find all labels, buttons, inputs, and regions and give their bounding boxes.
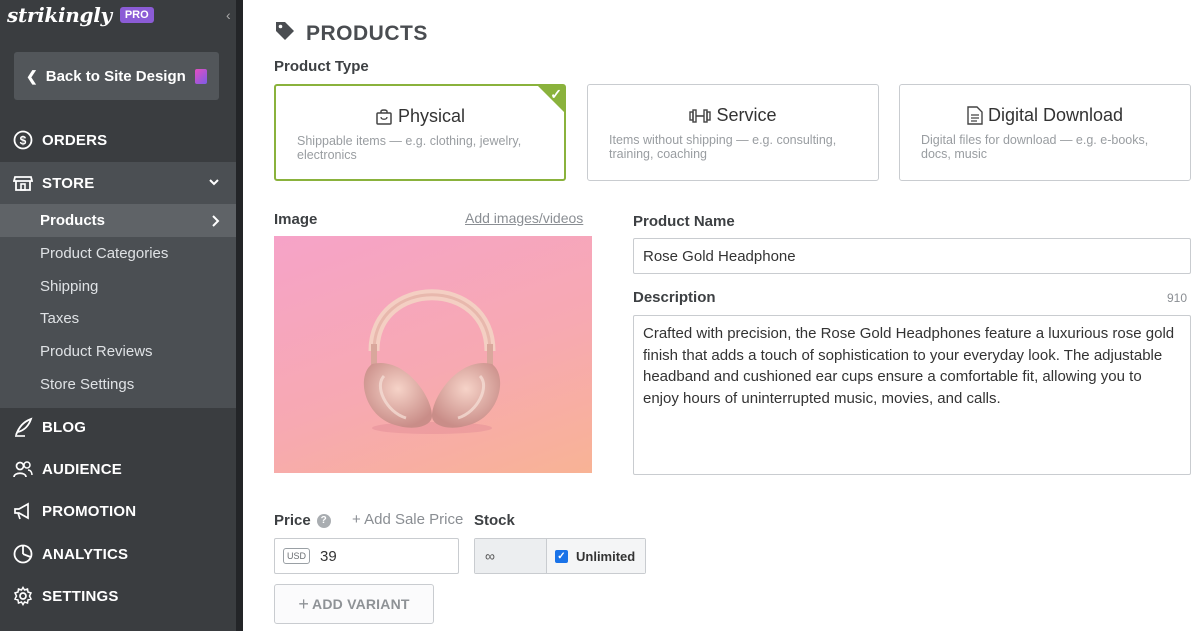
currency-badge: USD (283, 548, 311, 564)
price-input[interactable]: USD 39 (274, 538, 459, 574)
sidebar-item-blog[interactable]: BLOG (0, 406, 236, 448)
product-name-label: Product Name (633, 213, 735, 230)
sidebar-item-label: AUDIENCE (42, 460, 122, 478)
price-label-text: Price (274, 512, 311, 529)
stock-input[interactable]: ∞ (475, 539, 547, 573)
gear-icon (13, 586, 33, 606)
chevron-down-icon (208, 175, 220, 192)
product-type-title: Physical (276, 106, 564, 127)
product-type-label: Product Type (274, 58, 369, 75)
pie-chart-icon (13, 544, 33, 564)
sidebar-item-promotion[interactable]: PROMOTION (0, 490, 236, 532)
store-submenu: Products Product Categories Shipping Tax… (0, 204, 236, 408)
unlimited-label: Unlimited (576, 548, 636, 564)
description-char-count: 910 (1167, 291, 1188, 305)
document-icon (967, 106, 983, 125)
plus-icon: + (298, 593, 310, 614)
unlimited-checkbox[interactable]: ✓ (555, 549, 568, 563)
sidebar: strikingly PRO ‹ ❮ Back to Site Design $… (0, 0, 243, 631)
product-type-desc: Items without shipping — e.g. consulting… (609, 133, 837, 161)
storefront-icon (13, 173, 33, 193)
sidebar-item-analytics[interactable]: ANALYTICS (0, 533, 236, 575)
unlimited-checkbox-wrapper[interactable]: ✓ Unlimited (547, 539, 645, 573)
sidebar-item-store[interactable]: STORE (0, 162, 236, 204)
pro-badge: PRO (119, 7, 154, 23)
collapse-sidebar-icon[interactable]: ‹ (226, 8, 236, 22)
description-textarea[interactable]: Crafted with precision, the Rose Gold He… (633, 315, 1191, 475)
image-label: Image (274, 211, 318, 228)
product-image[interactable] (274, 236, 592, 473)
sidebar-item-label: STORE (42, 174, 95, 192)
submenu-item-product-categories[interactable]: Product Categories (0, 237, 236, 270)
dollar-circle-icon: $ (13, 130, 33, 150)
product-type-title-text: Digital Download (987, 105, 1124, 125)
sidebar-item-audience[interactable]: AUDIENCE (0, 448, 236, 490)
submenu-item-label: Store Settings (40, 376, 135, 393)
dumbbell-icon (689, 108, 712, 123)
description-label: Description (633, 289, 716, 306)
help-icon[interactable]: ? (316, 514, 331, 529)
page-title-text: PRODUCTS (306, 22, 428, 45)
product-type-title: Service (588, 105, 878, 126)
submenu-item-label: Product Categories (40, 245, 169, 262)
sidebar-item-label: SETTINGS (42, 587, 119, 605)
price-label: Price? (274, 512, 331, 529)
sidebar-item-orders[interactable]: $ ORDERS (0, 119, 236, 161)
stock-field: ∞ ✓ Unlimited (474, 538, 646, 574)
stock-label: Stock (474, 512, 515, 529)
submenu-item-taxes[interactable]: Taxes (0, 302, 236, 335)
product-type-digital-download[interactable]: Digital Download Digital files for downl… (899, 84, 1191, 181)
people-icon (13, 459, 33, 479)
sidebar-item-label: ANALYTICS (42, 545, 129, 563)
submenu-item-label: Products (40, 212, 106, 229)
price-tag-icon (274, 20, 296, 48)
submenu-item-shipping[interactable]: Shipping (0, 270, 236, 303)
submenu-item-store-settings[interactable]: Store Settings (0, 368, 236, 401)
product-name-input[interactable]: Rose Gold Headphone (633, 238, 1191, 274)
headphone-illustration (363, 289, 501, 434)
site-doc-icon (194, 68, 207, 84)
logo-text: strikingly (7, 3, 112, 27)
product-type-desc: Shippable items — e.g. clothing, jewelry… (297, 134, 522, 162)
svg-text:$: $ (20, 134, 27, 148)
product-type-service[interactable]: Service Items without shipping — e.g. co… (587, 84, 879, 181)
product-type-title-text: Physical (397, 106, 466, 126)
page-title: PRODUCTS (274, 20, 428, 48)
back-button-label: Back to Site Design (45, 67, 186, 85)
sidebar-item-label: BLOG (42, 418, 87, 436)
add-variant-button[interactable]: + ADD VARIANT (274, 584, 434, 624)
product-type-title-text: Service (716, 105, 777, 125)
product-type-physical[interactable]: ✓ Physical Shippable items — e.g. clothi… (274, 84, 566, 181)
product-type-title: Digital Download (900, 105, 1190, 126)
brand-logo[interactable]: strikingly PRO (7, 3, 154, 27)
shopping-bag-icon (376, 108, 392, 125)
product-type-desc: Digital files for download — e.g. e-book… (921, 133, 1149, 161)
add-sale-price-link[interactable]: + Add Sale Price (352, 511, 463, 528)
megaphone-icon (13, 501, 33, 521)
add-images-videos-link[interactable]: Add images/videos (465, 210, 583, 226)
submenu-item-label: Taxes (40, 310, 80, 327)
submenu-item-label: Shipping (40, 278, 99, 295)
back-to-site-design-button[interactable]: ❮ Back to Site Design (14, 52, 219, 100)
checkmark-icon: ✓ (550, 86, 562, 102)
submenu-item-product-reviews[interactable]: Product Reviews (0, 335, 236, 368)
chevron-right-icon (210, 214, 220, 231)
main-content: PRODUCTS Product Type ✓ Physical Shippab… (243, 0, 1200, 631)
sidebar-item-label: ORDERS (42, 131, 108, 149)
quill-icon (13, 417, 33, 437)
submenu-item-label: Product Reviews (40, 343, 153, 360)
sidebar-item-settings[interactable]: SETTINGS (0, 575, 236, 617)
sidebar-item-label: PROMOTION (42, 502, 137, 520)
submenu-item-products[interactable]: Products (0, 204, 236, 237)
add-variant-label: ADD VARIANT (312, 596, 410, 612)
price-value: 39 (320, 547, 337, 565)
chevron-left-icon: ❮ (26, 67, 38, 84)
app-window: strikingly PRO ‹ ❮ Back to Site Design $… (0, 0, 1200, 631)
sidebar-rail (236, 0, 243, 631)
